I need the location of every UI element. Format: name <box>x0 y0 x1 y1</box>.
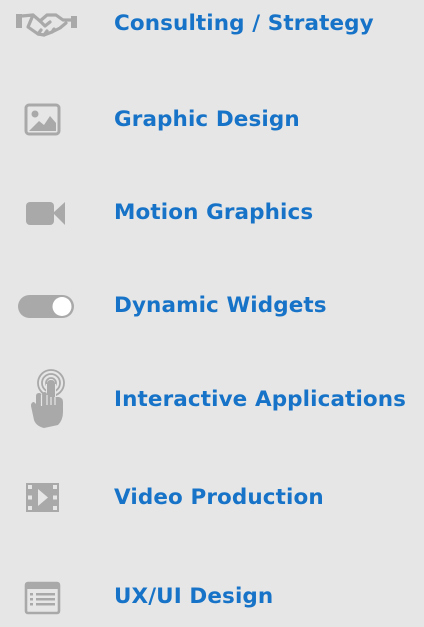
service-item-video-production[interactable]: Video Production <box>0 468 424 528</box>
services-list: Consulting / Strategy Graphic Design Mot… <box>0 0 424 615</box>
image-icon <box>14 90 80 150</box>
touch-hand-icon <box>14 369 80 430</box>
service-label: UX/UI Design <box>114 584 274 609</box>
list-window-icon <box>14 567 80 627</box>
toggle-icon <box>14 276 80 336</box>
handshake-icon <box>14 0 80 54</box>
service-item-ux-ui-design[interactable]: UX/UI Design <box>0 567 424 627</box>
service-label: Video Production <box>114 485 324 510</box>
service-label: Motion Graphics <box>114 200 314 225</box>
video-camera-icon <box>14 183 80 243</box>
film-play-icon <box>14 468 80 528</box>
service-label: Graphic Design <box>114 107 300 132</box>
service-item-dynamic-widgets[interactable]: Dynamic Widgets <box>0 276 424 336</box>
service-item-graphic-design[interactable]: Graphic Design <box>0 90 424 150</box>
service-item-interactive-applications[interactable]: Interactive Applications <box>0 369 424 430</box>
service-item-consulting-strategy[interactable]: Consulting / Strategy <box>0 0 424 54</box>
service-label: Consulting / Strategy <box>114 11 374 36</box>
service-item-motion-graphics[interactable]: Motion Graphics <box>0 183 424 243</box>
service-label: Interactive Applications <box>114 387 407 412</box>
service-label: Dynamic Widgets <box>114 293 327 318</box>
